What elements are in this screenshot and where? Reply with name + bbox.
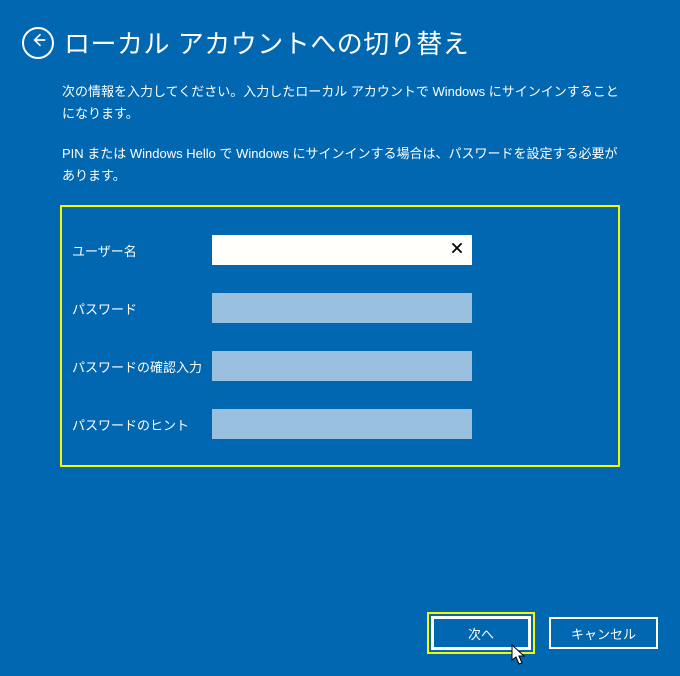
password-confirm-label: パスワードの確認入力 <box>72 357 212 376</box>
password-label: パスワード <box>72 299 212 318</box>
page-title: ローカル アカウントへの切り替え <box>64 24 469 61</box>
password-hint-label: パスワードのヒント <box>72 415 212 434</box>
password-input[interactable] <box>212 293 472 323</box>
cancel-button[interactable]: キャンセル <box>549 617 658 649</box>
form-container: ユーザー名 パスワード パスワードの確認入力 パスワードのヒント <box>60 205 620 467</box>
close-icon <box>450 241 464 260</box>
description-line-1: 次の情報を入力してください。入力したローカル アカウントで Windows にサ… <box>62 81 620 125</box>
next-button-highlight: 次へ <box>427 612 535 654</box>
description-line-2: PIN または Windows Hello で Windows にサインインする… <box>62 143 620 187</box>
username-input[interactable] <box>212 235 472 265</box>
password-hint-input[interactable] <box>212 409 472 439</box>
password-confirm-input[interactable] <box>212 351 472 381</box>
clear-username-button[interactable] <box>446 239 468 261</box>
arrow-left-icon <box>30 32 46 53</box>
username-label: ユーザー名 <box>72 241 212 260</box>
back-button[interactable] <box>22 27 54 59</box>
description-block: 次の情報を入力してください。入力したローカル アカウントで Windows にサ… <box>0 69 680 187</box>
next-button[interactable]: 次へ <box>431 616 531 650</box>
